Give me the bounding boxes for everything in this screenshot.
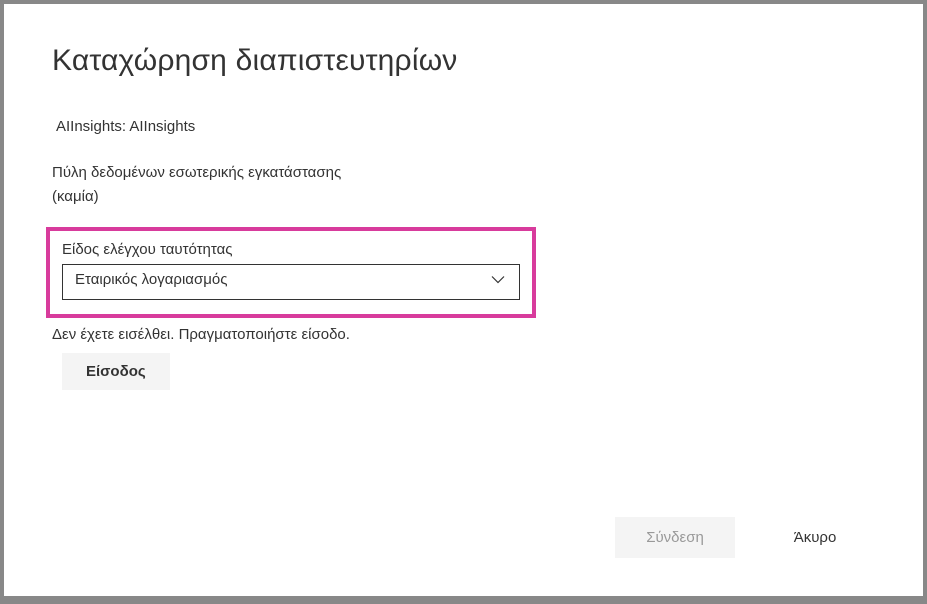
gateway-label: Πύλη δεδομένων εσωτερικής εγκατάστασης	[52, 161, 875, 185]
auth-select-wrap: Εταιρικός λογαριασμός	[62, 264, 520, 300]
connect-button[interactable]: Σύνδεση	[615, 517, 735, 558]
dataset-info: AIInsights: AIInsights	[52, 118, 875, 135]
credentials-dialog: Καταχώρηση διαπιστευτηρίων AIInsights: A…	[4, 4, 923, 596]
signin-status-text: Δεν έχετε εισέλθει. Πραγματοποιήστε είσο…	[52, 326, 875, 343]
gateway-value: (καμία)	[52, 185, 875, 209]
signin-button[interactable]: Είσοδος	[62, 353, 170, 390]
auth-type-select[interactable]: Εταιρικός λογαριασμός	[62, 264, 520, 300]
cancel-button[interactable]: Άκυρο	[755, 517, 875, 558]
dialog-title: Καταχώρηση διαπιστευτηρίων	[52, 44, 875, 78]
gateway-block: Πύλη δεδομένων εσωτερικής εγκατάστασης (…	[52, 161, 875, 209]
auth-highlight-box: Είδος ελέγχου ταυτότητας Εταιρικός λογαρ…	[46, 227, 536, 318]
dialog-footer: Σύνδεση Άκυρο	[615, 517, 875, 558]
auth-type-label: Είδος ελέγχου ταυτότητας	[62, 241, 520, 258]
